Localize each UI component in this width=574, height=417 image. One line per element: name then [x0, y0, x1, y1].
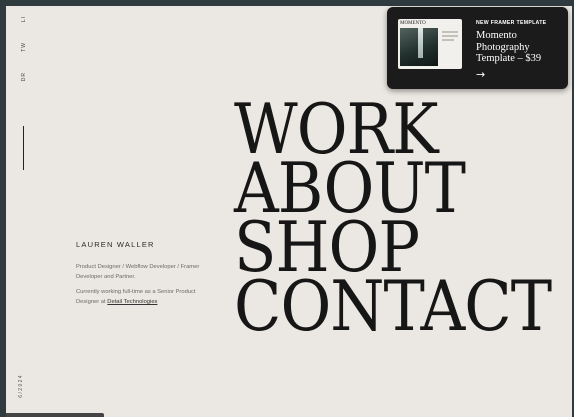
thumbnail-text-line: [442, 39, 454, 41]
date-label: 6/2024: [18, 374, 24, 398]
bio-current-role: Currently working full-time as a Senior …: [76, 288, 216, 307]
bio-description: Product Designer / Webflow Developer / F…: [76, 264, 200, 280]
thumbnail-text-line: [442, 31, 458, 33]
social-links: LI TW DR: [20, 16, 28, 81]
nav-contact[interactable]: CONTACT: [234, 271, 552, 340]
bio: LAUREN WALLER Product Designer / Webflow…: [76, 240, 216, 313]
template-thumbnail: MOMENTO: [398, 19, 462, 69]
waterfall-highlight: [418, 28, 423, 58]
main-nav: WORK ABOUT SHOP CONTACT: [234, 94, 552, 340]
social-link-dribbble[interactable]: DR: [21, 72, 27, 81]
template-thumbnail-title: MOMENTO: [400, 21, 426, 26]
promo-title: Momento Photography Template – $39: [476, 30, 542, 64]
template-promo-card[interactable]: MOMENTO NEW FRAMER TEMPLATE Momento Phot…: [387, 7, 568, 89]
side-divider: [23, 126, 24, 170]
bottom-scroll-bar: [6, 413, 104, 417]
social-link-linkedin[interactable]: LI: [21, 16, 27, 22]
promo-label: NEW FRAMER TEMPLATE: [476, 20, 547, 26]
arrow-right-icon[interactable]: →: [476, 68, 485, 81]
thumbnail-text-line: [442, 35, 458, 37]
social-link-twitter[interactable]: TW: [21, 42, 27, 52]
bio-name: LAUREN WALLER: [76, 240, 155, 249]
company-link[interactable]: Detail Technologies: [107, 299, 157, 305]
